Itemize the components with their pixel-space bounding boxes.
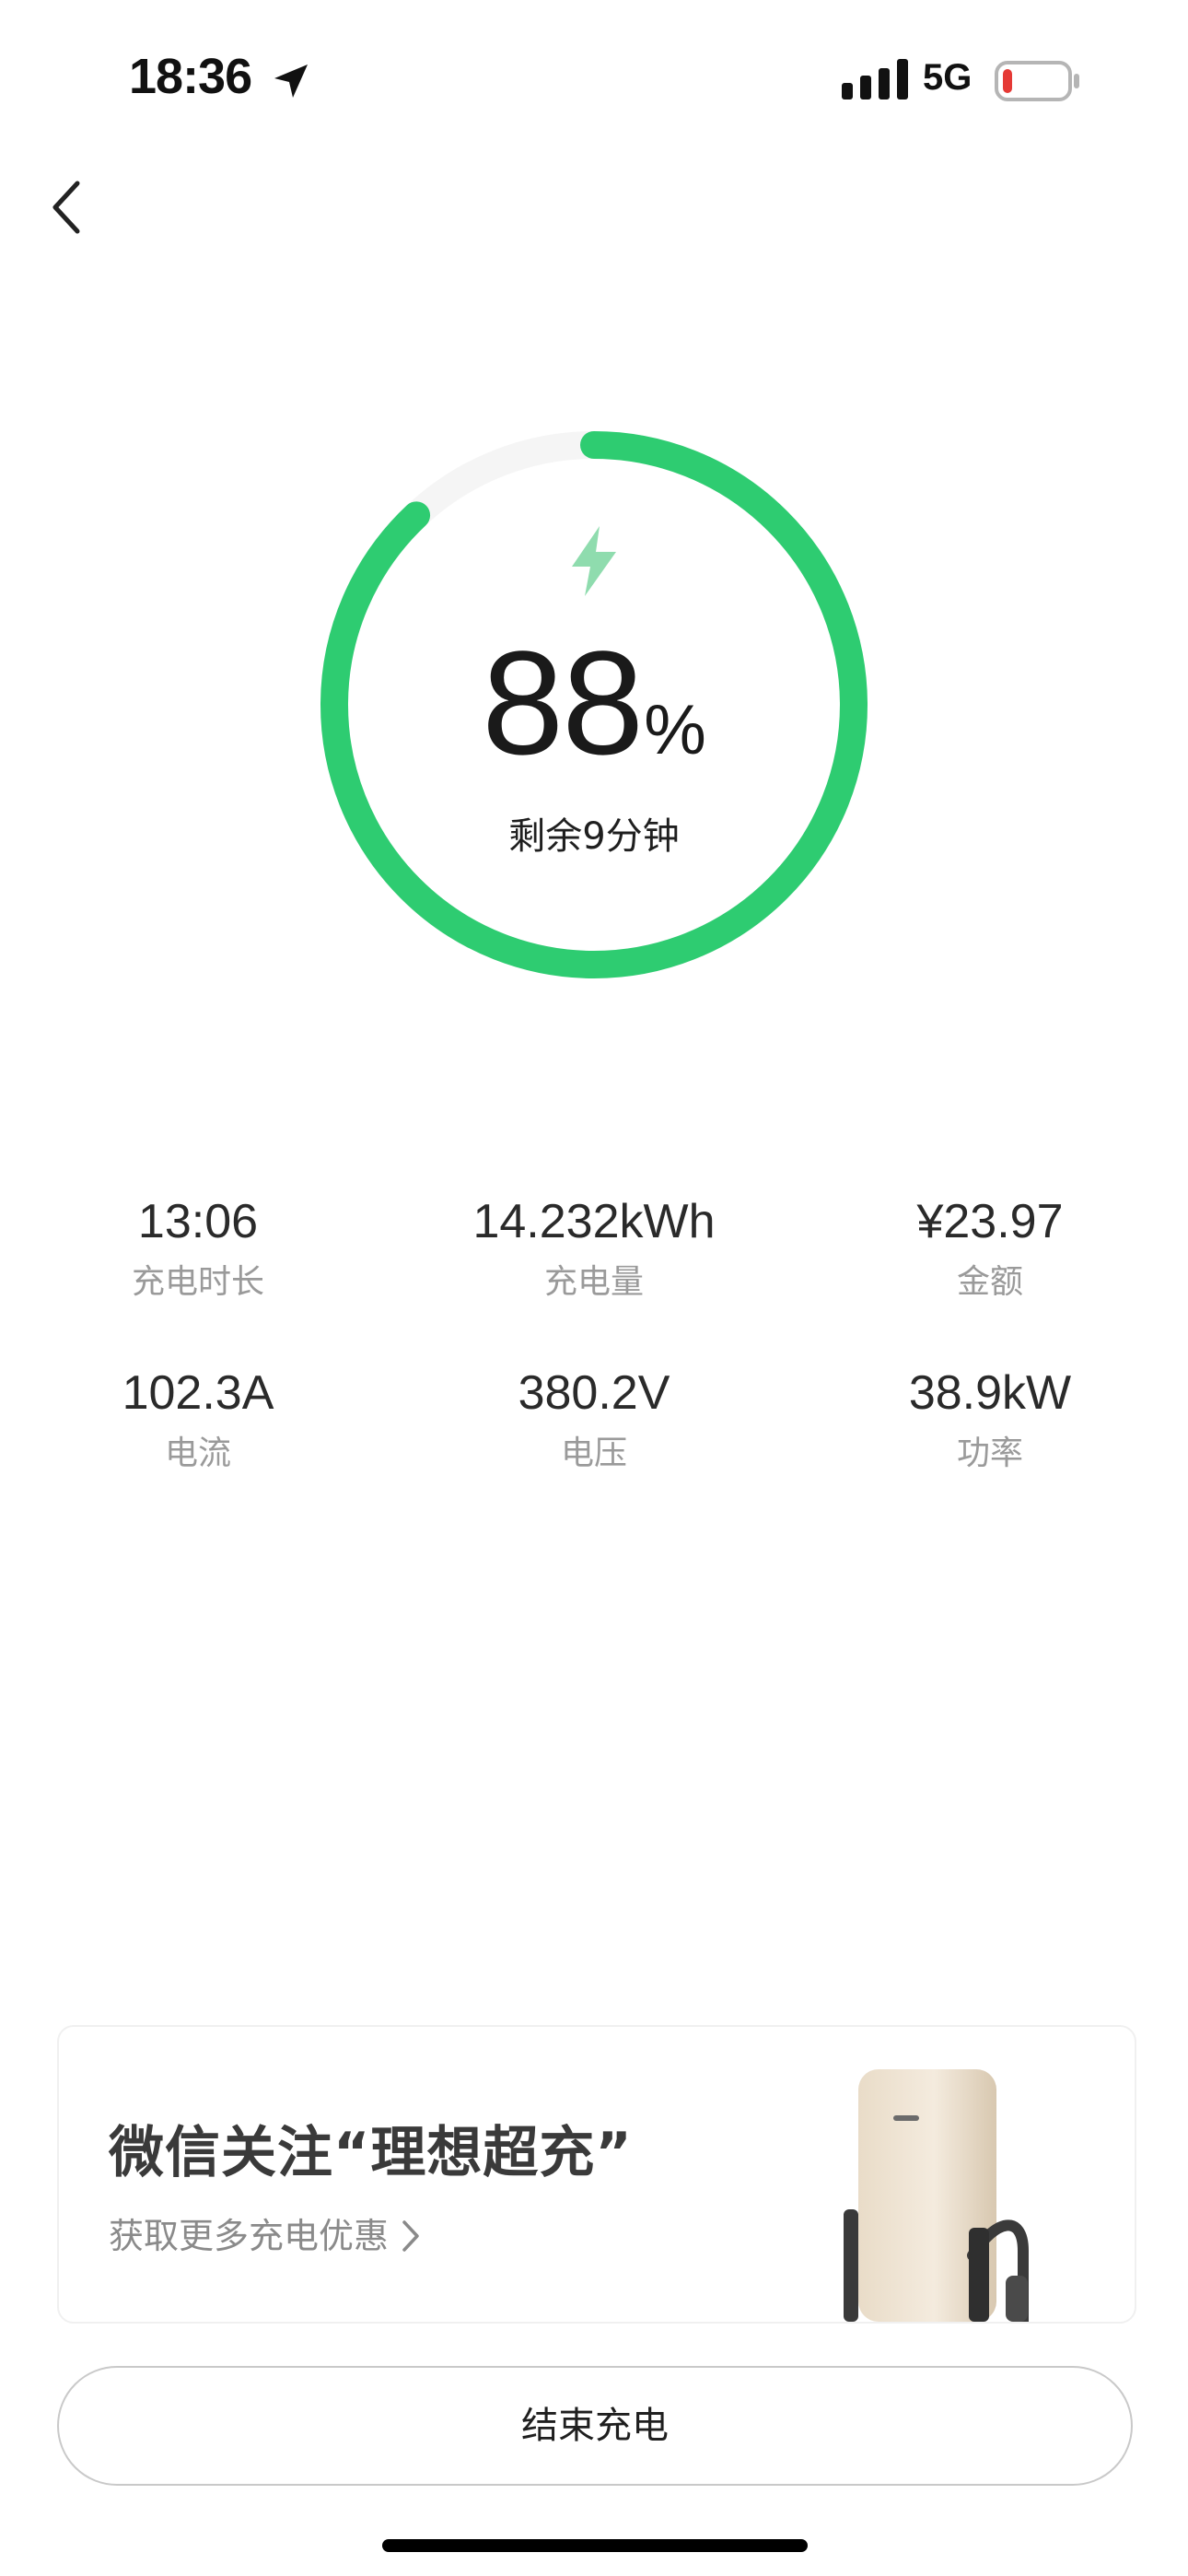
stat-voltage: 380.2V 电压 (396, 1369, 792, 1470)
stat-value: 14.232kWh (472, 1195, 716, 1248)
stat-label: 功率 (956, 1434, 1023, 1472)
stat-value: 102.3A (122, 1366, 274, 1420)
remaining-time: 剩余9分钟 (508, 815, 680, 858)
stat-power: 38.9kW 功率 (792, 1369, 1188, 1470)
stat-label: 电流 (164, 1434, 231, 1472)
charger-illustration (844, 2069, 1029, 2322)
home-indicator[interactable] (382, 2539, 808, 2552)
stat-value: 13:06 (137, 1195, 259, 1248)
wechat-promo-card[interactable]: 微信关注“理想超充” 获取更多充电优惠 (57, 2025, 1136, 2324)
stat-energy: 14.232kWh 充电量 (396, 1198, 792, 1299)
promo-title: 微信关注“理想超充” (109, 2121, 633, 2185)
promo-subtitle-link[interactable]: 获取更多充电优惠 (109, 2207, 422, 2258)
stat-label: 电压 (560, 1434, 627, 1472)
battery-icon (995, 61, 1079, 101)
stat-value: 38.9kW (908, 1366, 1072, 1420)
charge-percent-value: 88 (482, 620, 644, 785)
location-arrow-icon (274, 64, 308, 98)
end-charging-button[interactable]: 结束充电 (57, 2366, 1133, 2486)
charge-percent-unit: % (644, 691, 706, 769)
stat-label: 充电时长 (131, 1263, 264, 1301)
charge-percent: 88% (318, 629, 870, 777)
stat-duration: 13:06 充电时长 (0, 1198, 396, 1299)
promo-subtitle: 获取更多充电优惠 (109, 2216, 390, 2256)
cellular-signal-icon (842, 59, 908, 100)
chevron-right-icon (402, 2220, 419, 2252)
stat-amount: ¥23.97 金额 (792, 1198, 1188, 1299)
back-button[interactable] (37, 170, 101, 244)
charge-progress-ring: 88% 剩余9分钟 (318, 428, 870, 981)
stat-value: ¥23.97 (916, 1195, 1064, 1248)
lightning-bolt-icon (572, 526, 616, 596)
stat-current: 102.3A 电流 (0, 1369, 396, 1470)
stat-label: 充电量 (543, 1263, 644, 1301)
status-time: 18:36 (129, 49, 252, 104)
stat-value: 380.2V (518, 1366, 670, 1420)
status-bar: 18:36 5G (0, 0, 1188, 157)
network-type: 5G (923, 57, 973, 98)
stat-label: 金额 (956, 1263, 1023, 1301)
chevron-left-icon (52, 181, 80, 234)
